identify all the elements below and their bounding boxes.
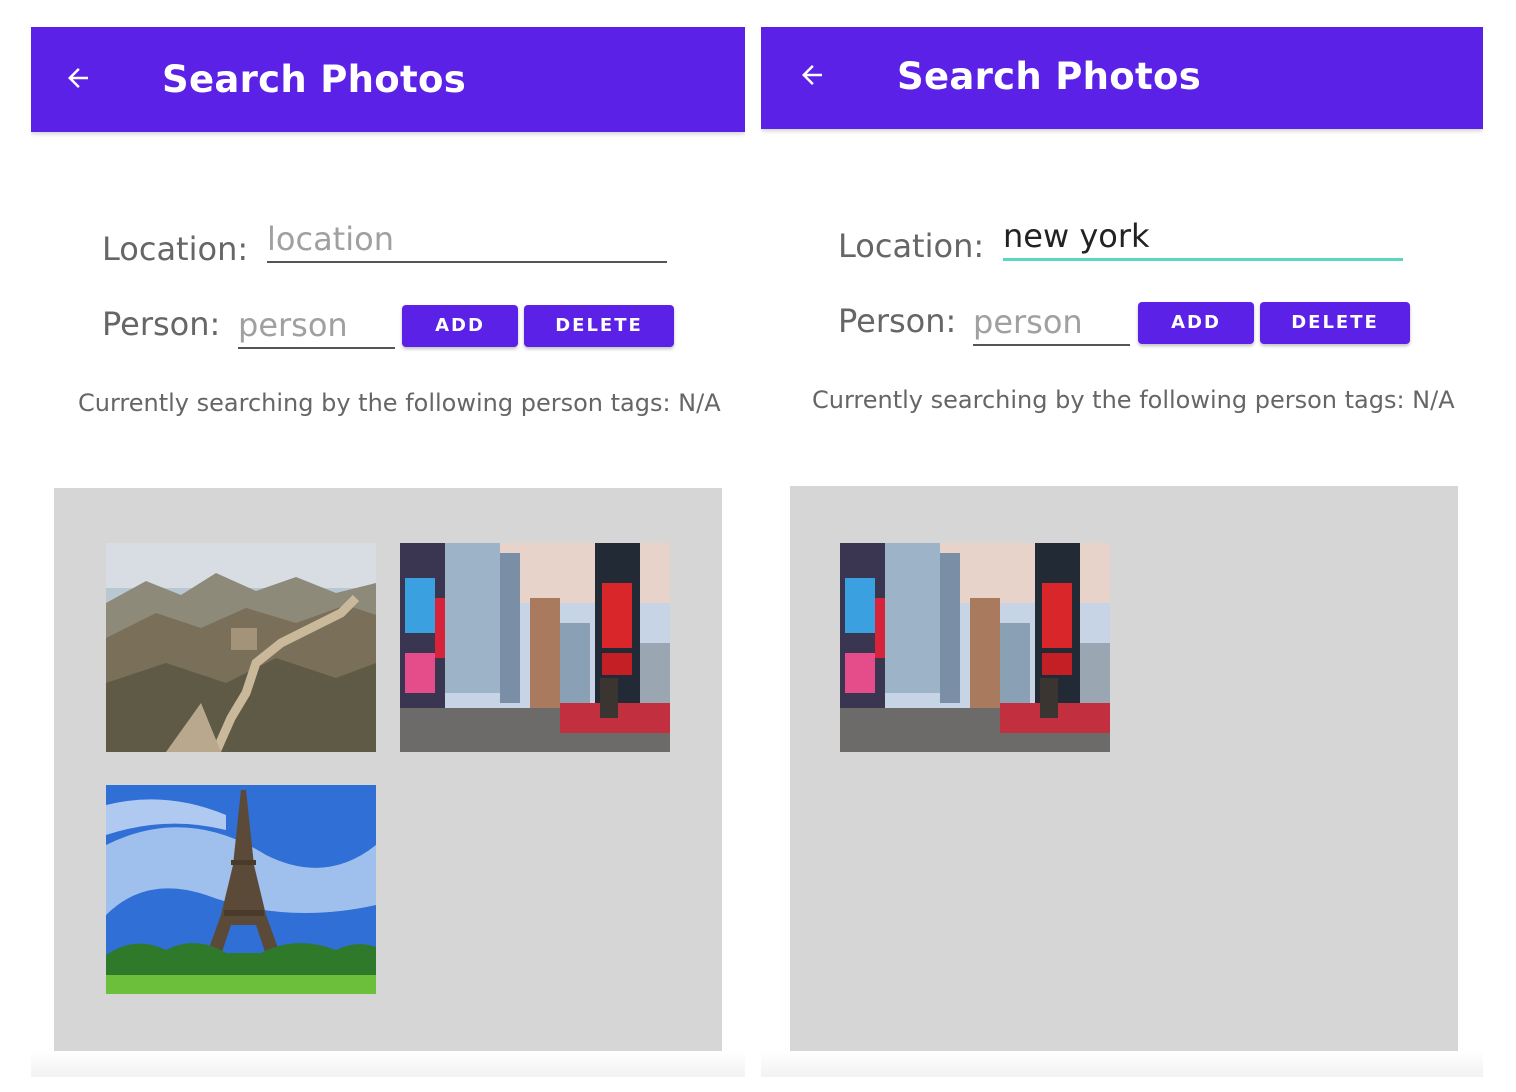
- photo-times-square[interactable]: [840, 543, 1110, 752]
- back-arrow-icon[interactable]: [795, 60, 829, 90]
- location-input[interactable]: [267, 217, 667, 261]
- person-tags-status: Currently searching by the following per…: [812, 386, 1455, 414]
- results-grid: [790, 486, 1458, 1051]
- person-tags-status: Currently searching by the following per…: [78, 389, 721, 417]
- add-button[interactable]: ADD: [402, 305, 518, 347]
- person-label: Person:: [838, 302, 957, 340]
- person-field[interactable]: [238, 303, 395, 349]
- location-label: Location:: [102, 230, 249, 268]
- photo-great-wall[interactable]: [106, 543, 376, 752]
- page-title: Search Photos: [897, 55, 1202, 98]
- delete-button[interactable]: DELETE: [524, 305, 674, 347]
- add-button[interactable]: ADD: [1138, 302, 1254, 344]
- photo-eiffel-tower[interactable]: [106, 785, 376, 994]
- app-bar: Search Photos: [31, 27, 745, 132]
- location-label: Location:: [838, 227, 985, 265]
- bottom-edge: [31, 1051, 745, 1077]
- back-arrow-icon[interactable]: [61, 63, 95, 93]
- location-field[interactable]: [267, 217, 667, 263]
- app-bar: Search Photos: [761, 27, 1483, 129]
- bottom-edge: [761, 1051, 1483, 1077]
- delete-button[interactable]: DELETE: [1260, 302, 1410, 344]
- location-field[interactable]: [1003, 213, 1403, 261]
- person-input[interactable]: [973, 300, 1130, 344]
- page-title: Search Photos: [162, 58, 467, 101]
- results-grid: [54, 488, 722, 1052]
- location-input[interactable]: [1003, 213, 1403, 258]
- photo-times-square[interactable]: [400, 543, 670, 752]
- person-field[interactable]: [973, 300, 1130, 346]
- person-input[interactable]: [238, 303, 395, 347]
- person-label: Person:: [102, 305, 221, 343]
- search-screen-after: Search Photos Location: Person: ADD DELE…: [761, 27, 1483, 1077]
- search-screen-before: Search Photos Location: Person: ADD DELE…: [31, 27, 745, 1077]
